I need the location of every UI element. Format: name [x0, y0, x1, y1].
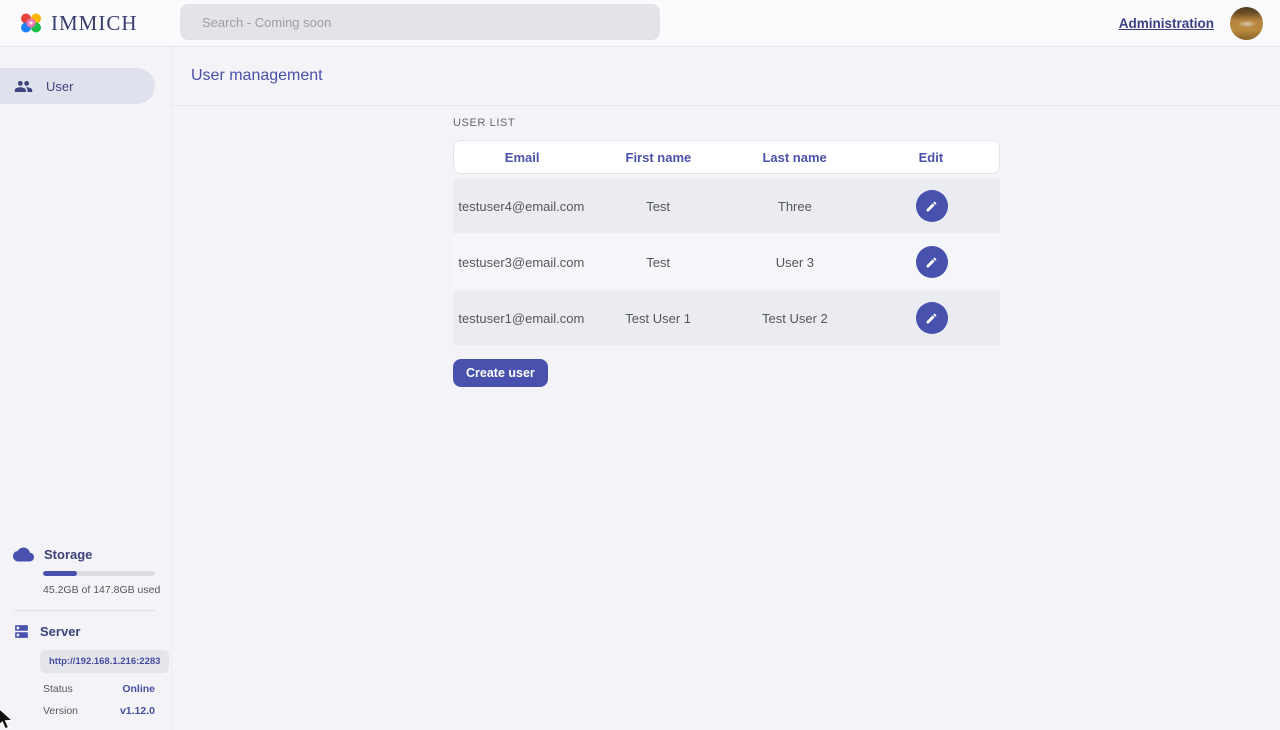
column-first-name: First name [590, 150, 726, 165]
cloud-icon [13, 547, 34, 562]
app-header: IMMICH Administration [0, 0, 1280, 47]
administration-link[interactable]: Administration [1119, 16, 1214, 31]
version-label: Version [43, 705, 78, 717]
status-label: Status [43, 683, 73, 695]
cell-last-name: User 3 [727, 255, 864, 270]
version-value: v1.12.0 [120, 705, 155, 717]
sidebar: User Storage 45.2GB of 147.8GB used [0, 47, 171, 730]
app-title: IMMICH [51, 11, 138, 36]
server-version-row: Version v1.12.0 [43, 705, 155, 717]
cell-first-name: Test User 1 [590, 311, 727, 326]
pencil-icon [925, 256, 938, 269]
edit-user-button[interactable] [916, 190, 948, 222]
storage-progress [43, 571, 155, 576]
immich-flower-icon [18, 10, 44, 36]
edit-user-button[interactable] [916, 246, 948, 278]
sidebar-item-user-label: User [46, 79, 73, 94]
column-last-name: Last name [727, 150, 863, 165]
cell-email: testuser1@email.com [453, 311, 590, 326]
users-icon [14, 77, 33, 96]
sidebar-nav: User [0, 47, 171, 104]
server-url: http://192.168.1.216:2283 [40, 650, 169, 673]
column-edit: Edit [863, 150, 999, 165]
search-input[interactable] [180, 4, 660, 40]
main-content: User management USER LIST Email First na… [171, 47, 1280, 730]
cell-email: testuser4@email.com [453, 199, 590, 214]
page-title: User management [191, 67, 323, 85]
storage-usage-text: 45.2GB of 147.8GB used [43, 584, 171, 596]
immich-app: IMMICH Administration User [0, 0, 1280, 730]
immich-logo: IMMICH [0, 10, 138, 36]
pencil-icon [925, 200, 938, 213]
cell-last-name: Three [727, 199, 864, 214]
storage-progress-fill [43, 571, 77, 576]
section-label: USER LIST [453, 117, 1280, 129]
header-right: Administration [1119, 7, 1280, 40]
create-user-button[interactable]: Create user [453, 359, 548, 387]
edit-user-button[interactable] [916, 302, 948, 334]
cell-first-name: Test [590, 255, 727, 270]
page-title-bar: User management [172, 47, 1280, 106]
column-email: Email [454, 150, 590, 165]
user-list-section: USER LIST Email First name Last name Edi… [172, 106, 1280, 387]
storage-title: Storage [44, 547, 92, 562]
app-body: User Storage 45.2GB of 147.8GB used [0, 47, 1280, 730]
server-title: Server [40, 624, 80, 639]
sidebar-item-user[interactable]: User [0, 68, 155, 104]
server-status-row: Status Online [43, 683, 155, 695]
table-row: testuser1@email.com Test User 1 Test Use… [453, 291, 1000, 345]
user-avatar[interactable] [1230, 7, 1263, 40]
sidebar-bottom: Storage 45.2GB of 147.8GB used Server [0, 547, 171, 730]
table-header-row: Email First name Last name Edit [453, 140, 1000, 174]
table-row: testuser4@email.com Test Three [453, 179, 1000, 233]
sidebar-divider [14, 610, 155, 611]
server-icon [13, 623, 30, 640]
cell-first-name: Test [590, 199, 727, 214]
server-panel: Server http://192.168.1.216:2283 Status … [0, 623, 171, 717]
table-row: testuser3@email.com Test User 3 [453, 235, 1000, 289]
cell-last-name: Test User 2 [727, 311, 864, 326]
storage-panel: Storage 45.2GB of 147.8GB used [0, 547, 171, 596]
user-table: Email First name Last name Edit testuser… [453, 140, 1000, 345]
pencil-icon [925, 312, 938, 325]
cell-email: testuser3@email.com [453, 255, 590, 270]
status-value: Online [122, 683, 155, 695]
